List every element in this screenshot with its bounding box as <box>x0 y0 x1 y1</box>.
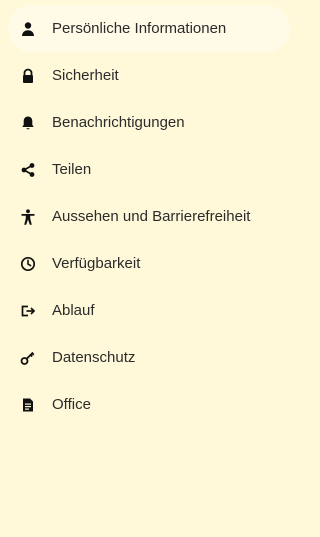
nav-item-sharing[interactable]: Teilen <box>8 146 290 193</box>
share-icon <box>20 162 36 178</box>
nav-item-appearance-accessibility[interactable]: Aussehen und Barrierefreiheit <box>8 193 290 240</box>
nav-item-office[interactable]: Office <box>8 381 290 428</box>
nav-item-availability[interactable]: Verfügbarkeit <box>8 240 290 287</box>
document-icon <box>20 397 36 413</box>
nav-item-label: Sicherheit <box>52 66 119 84</box>
nav-item-label: Persönliche Informationen <box>52 19 227 37</box>
nav-item-label: Datenschutz <box>52 348 136 366</box>
exit-icon <box>20 303 36 319</box>
clock-icon <box>20 256 36 272</box>
person-icon <box>20 21 36 37</box>
accessibility-icon <box>20 208 36 225</box>
nav-item-notifications[interactable]: Benachrichtigungen <box>8 99 290 146</box>
bell-icon <box>20 115 36 131</box>
nav-item-privacy[interactable]: Datenschutz <box>8 334 290 381</box>
nav-item-label: Verfügbarkeit <box>52 254 141 272</box>
nav-item-personal-info[interactable]: Persönliche Informationen <box>8 5 290 52</box>
settings-navigation: Persönliche Informationen Sicherheit Ben… <box>0 0 296 537</box>
lock-icon <box>20 68 36 84</box>
nav-item-label: Aussehen und Barrierefreiheit <box>52 207 251 225</box>
nav-item-label: Teilen <box>52 160 92 178</box>
key-icon <box>20 350 36 366</box>
nav-item-security[interactable]: Sicherheit <box>8 52 290 99</box>
nav-item-label: Benachrichtigungen <box>52 113 185 131</box>
nav-item-label: Office <box>52 395 91 413</box>
nav-item-label: Ablauf <box>52 301 95 319</box>
nav-item-expiry[interactable]: Ablauf <box>8 287 290 334</box>
